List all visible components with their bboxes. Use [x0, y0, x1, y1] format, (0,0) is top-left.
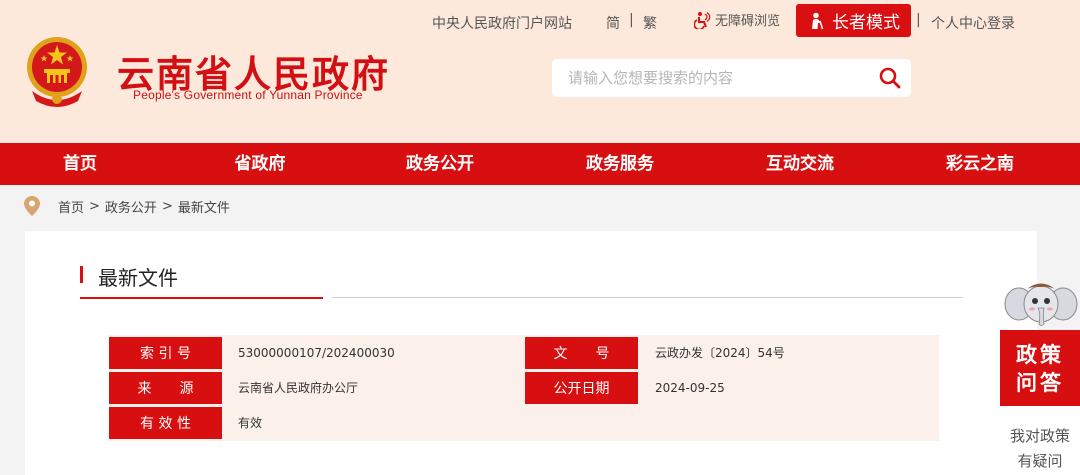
location-pin-icon	[24, 196, 40, 216]
breadcrumb: 首页 > 政务公开 > 最新文件	[24, 196, 230, 216]
source-value: 云南省人民政府办公厅	[238, 381, 359, 395]
policy-qa-prompt: 我对政策 有疑问	[1000, 424, 1080, 474]
traditional-chinese-link[interactable]: 繁	[643, 13, 657, 33]
search-box	[552, 59, 911, 97]
accessible-label: 无障碍浏览	[715, 14, 781, 29]
elder-mode-label: 长者模式	[832, 13, 900, 33]
mascot-icon[interactable]	[1002, 280, 1080, 332]
section-underline	[332, 297, 963, 298]
personal-center-login-link[interactable]: 个人中心登录	[931, 13, 1015, 33]
validity-value: 有效	[238, 416, 263, 430]
policy-qa-title-line2: 问答	[1016, 371, 1064, 395]
site-subtitle: People's Government of Yunnan Province	[133, 88, 363, 102]
content-card: 最新文件 索 引 号 53000000107/202400030 文 号 云政办…	[25, 231, 1037, 475]
main-nav: 首页 省政府 政务公开 政务服务 互动交流 彩云之南	[0, 143, 1080, 185]
section-underline-accent	[80, 297, 323, 299]
breadcrumb-separator: >	[161, 198, 173, 214]
source-label: 来 源	[109, 372, 222, 404]
document-info-table: 索 引 号 53000000107/202400030 文 号 云政办发〔202…	[109, 335, 939, 441]
index-number-label: 索 引 号	[109, 337, 222, 369]
accessibility-icon	[694, 11, 711, 29]
search-input[interactable]	[568, 68, 868, 88]
document-number-label: 文 号	[525, 337, 638, 369]
search-icon[interactable]	[879, 67, 901, 89]
nav-item-colorful-yunnan[interactable]: 彩云之南	[946, 143, 1014, 185]
policy-qa-prompt-line1: 我对政策	[1009, 427, 1070, 445]
separator: |	[916, 12, 921, 28]
national-emblem-icon[interactable]	[22, 33, 92, 107]
nav-item-interaction[interactable]: 互动交流	[766, 143, 834, 185]
section-title-marker	[80, 266, 83, 283]
simplified-chinese-link[interactable]: 简	[606, 13, 620, 33]
policy-qa-widget[interactable]: 政策 问答 我对政策 有疑问	[1000, 330, 1080, 475]
publish-date-label: 公开日期	[525, 372, 638, 404]
separator: |	[629, 12, 634, 28]
nav-item-government-affairs-disclosure[interactable]: 政务公开	[406, 143, 474, 185]
policy-qa-title-line1: 政策	[1016, 343, 1064, 367]
breadcrumb-home[interactable]: 首页	[58, 197, 84, 216]
breadcrumb-government-affairs[interactable]: 政务公开	[105, 197, 157, 216]
elder-mode-button[interactable]: 长者模式	[796, 4, 911, 37]
nav-item-government-services[interactable]: 政务服务	[586, 143, 654, 185]
central-portal-link[interactable]: 中央人民政府门户网站	[432, 13, 572, 33]
accessible-browsing-link[interactable]: 无障碍浏览	[694, 10, 780, 29]
elder-person-icon	[812, 12, 824, 29]
publish-date-value: 2024-09-25	[655, 381, 725, 395]
policy-qa-title: 政策 问答	[1000, 330, 1080, 406]
nav-item-provincial-government[interactable]: 省政府	[235, 143, 286, 185]
index-number-value: 53000000107/202400030	[238, 346, 395, 360]
nav-item-home[interactable]: 首页	[63, 143, 97, 185]
breadcrumb-latest-documents[interactable]: 最新文件	[178, 197, 230, 216]
policy-qa-prompt-line2: 有疑问	[1017, 452, 1063, 470]
breadcrumb-separator: >	[89, 198, 100, 214]
validity-label: 有 效 性	[109, 407, 222, 439]
site-header: 云南省人民政府 People's Government of Yunnan Pr…	[0, 0, 1080, 143]
document-number-value: 云政办发〔2024〕54号	[655, 346, 785, 360]
section-title: 最新文件	[98, 266, 178, 290]
